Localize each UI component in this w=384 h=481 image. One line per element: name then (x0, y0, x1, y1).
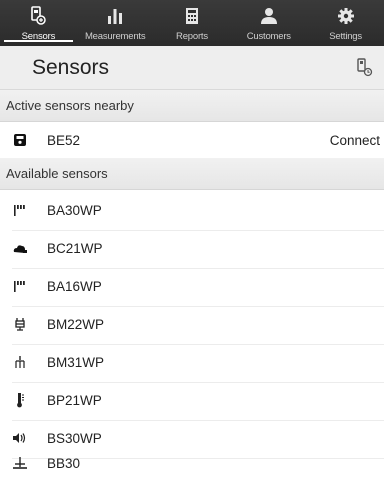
gear-icon (336, 6, 356, 26)
probe-icon (12, 354, 28, 370)
sensor-name: BS30WP (47, 430, 102, 446)
sensor-name: BE52 (47, 132, 81, 148)
tab-label: Reports (176, 31, 208, 42)
sensor-row-bp21wp[interactable]: BP21WP (0, 382, 384, 418)
sensor-row-bm31wp[interactable]: BM31WP (0, 344, 384, 380)
sensor-name: BB30 (47, 455, 81, 471)
tab-customers[interactable]: Customers (230, 0, 307, 46)
level-icon (12, 455, 28, 471)
page-header: Sensors (0, 46, 384, 90)
section-header-active: Active sensors nearby (0, 90, 384, 122)
tab-label: Measurements (84, 31, 146, 42)
sensor-row-bb30[interactable]: BB30 (0, 445, 384, 481)
sensor-name: BP21WP (47, 392, 102, 408)
page-title: Sensors (32, 55, 110, 79)
signal-bars-icon (12, 278, 28, 294)
sensor-row-ba30wp[interactable]: BA30WP (0, 192, 384, 228)
sensor-icon (28, 6, 48, 26)
connect-button[interactable]: Connect (330, 133, 380, 148)
weather-icon (12, 240, 28, 256)
thermometer-icon (12, 392, 28, 408)
sensor-name: BA16WP (47, 278, 102, 294)
tab-label: Customers (246, 31, 291, 42)
sensor-row-bc21wp[interactable]: BC21WP (0, 230, 384, 266)
signal-bars-icon (12, 202, 28, 218)
tab-measurements[interactable]: Measurements (77, 0, 154, 46)
sensor-name: BA30WP (47, 202, 102, 218)
top-tab-bar: Sensors Measurements Reports Customers S… (0, 0, 384, 46)
tab-label: Sensors (21, 31, 56, 42)
section-header-available: Available sensors (0, 158, 384, 190)
bar-chart-icon (105, 6, 125, 26)
sensor-row-be52[interactable]: BE52 Connect (0, 122, 384, 158)
customers-icon (259, 6, 279, 26)
sensor-name: BM22WP (47, 316, 105, 332)
sensor-row-bm22wp[interactable]: BM22WP (0, 306, 384, 342)
tab-sensors[interactable]: Sensors (0, 0, 77, 46)
report-icon (182, 6, 202, 26)
tab-reports[interactable]: Reports (154, 0, 231, 46)
sensor-row-ba16wp[interactable]: BA16WP (0, 268, 384, 304)
device-icon (12, 132, 28, 148)
sensor-search-icon[interactable] (356, 58, 374, 78)
multimeter-icon (12, 316, 28, 332)
sensor-name: BM31WP (47, 354, 105, 370)
tab-label: Settings (329, 31, 362, 42)
sensor-name: BC21WP (47, 240, 103, 256)
tab-settings[interactable]: Settings (307, 0, 384, 46)
speaker-icon (12, 430, 28, 446)
